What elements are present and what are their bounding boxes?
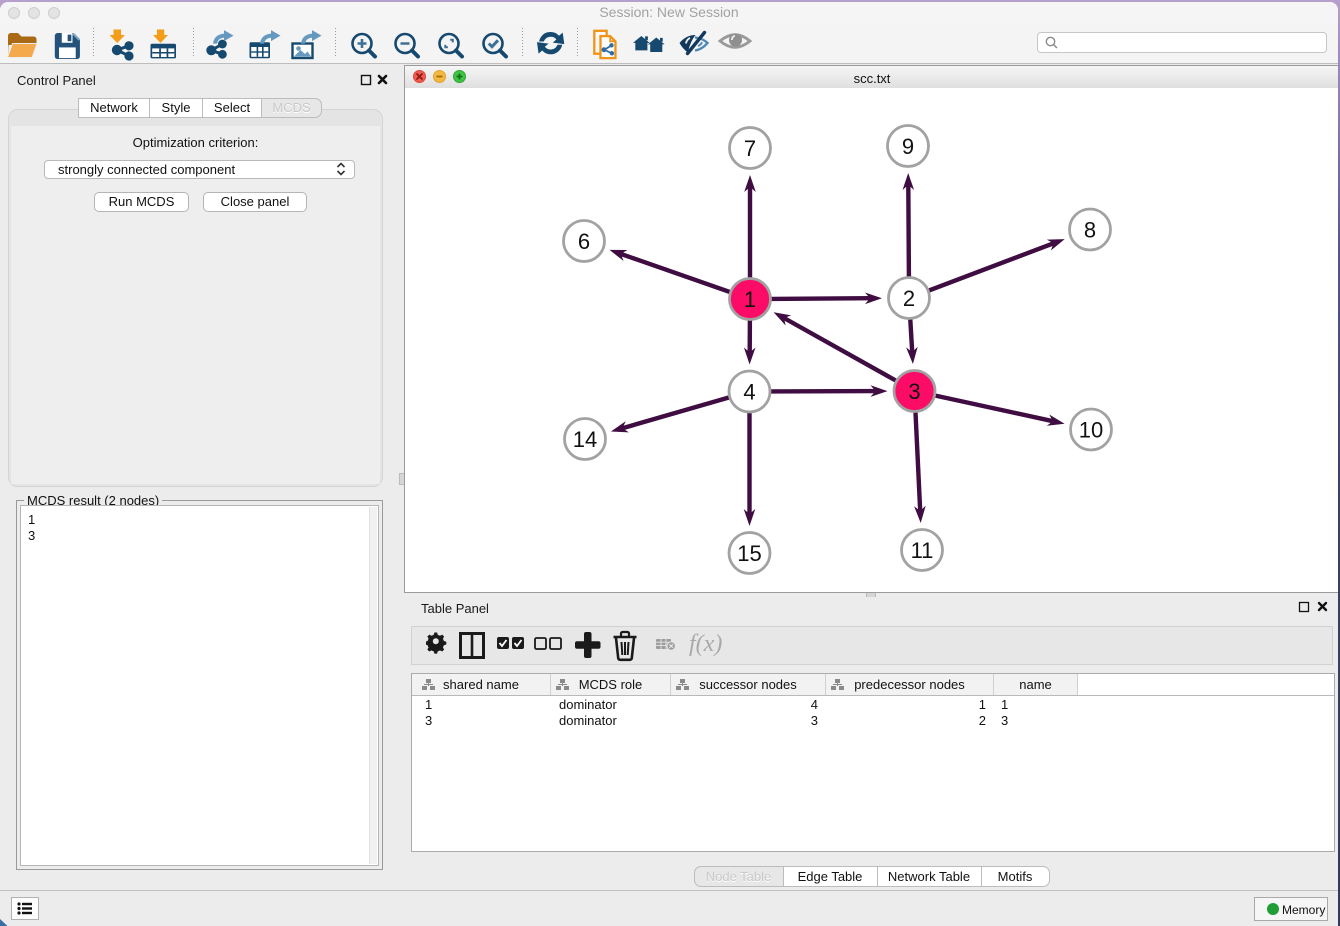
- svg-text:4: 4: [743, 379, 755, 404]
- svg-text:f(x): f(x): [689, 631, 722, 657]
- svg-text:6: 6: [578, 229, 590, 254]
- svg-text:7: 7: [744, 136, 756, 161]
- svg-text:15: 15: [737, 541, 761, 566]
- svg-text:11: 11: [911, 538, 934, 563]
- svg-text:14: 14: [573, 427, 597, 452]
- svg-text:2: 2: [903, 286, 915, 311]
- svg-text:10: 10: [1079, 417, 1103, 442]
- svg-text:1: 1: [744, 287, 756, 312]
- svg-text:9: 9: [902, 134, 914, 159]
- svg-text:3: 3: [908, 379, 920, 404]
- svg-text:8: 8: [1084, 217, 1096, 242]
